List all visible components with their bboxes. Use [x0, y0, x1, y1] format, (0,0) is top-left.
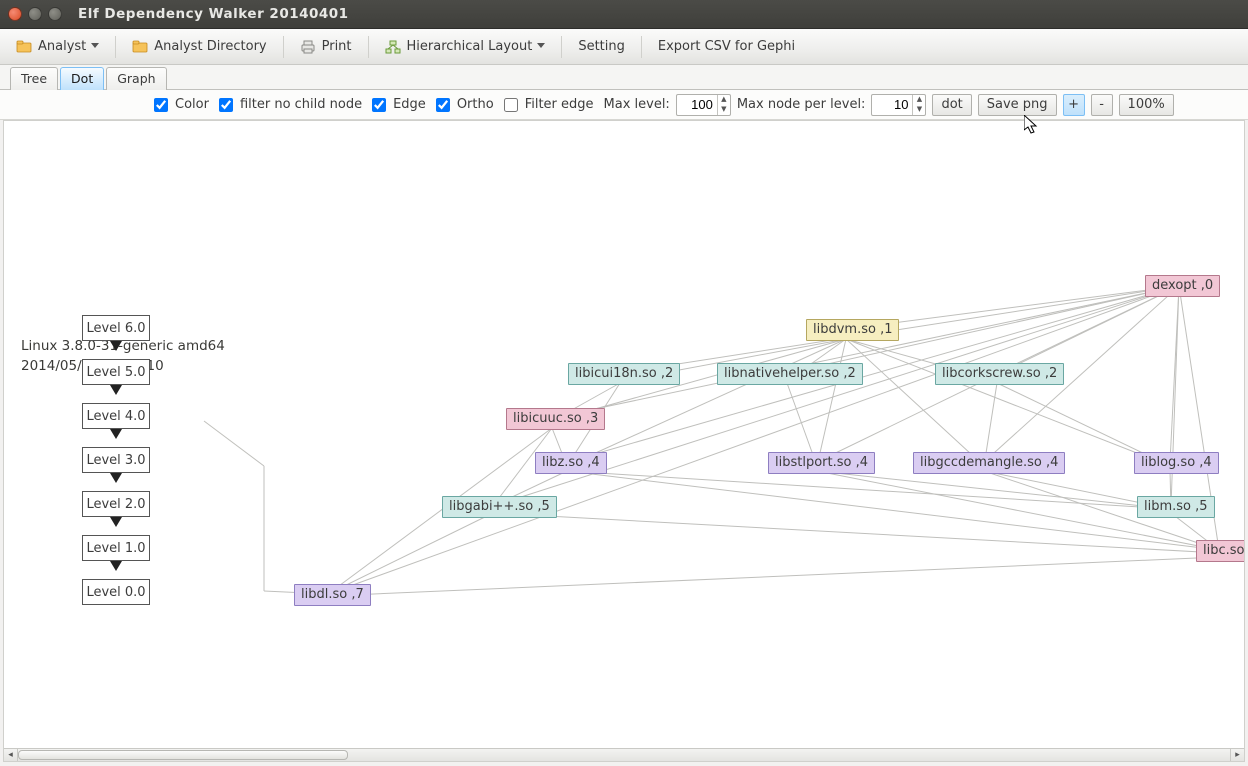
print-button[interactable]: Print	[292, 35, 360, 59]
tab-tree-label: Tree	[21, 71, 47, 86]
node-libdvm[interactable]: libdvm.so ,1	[806, 319, 899, 341]
zoom-percent-display[interactable]: 100%	[1119, 94, 1174, 116]
scroll-thumb[interactable]	[18, 750, 348, 760]
export-csv-label: Export CSV for Gephi	[658, 39, 795, 54]
ortho-label: Ortho	[457, 97, 494, 112]
setting-button[interactable]: Setting	[570, 35, 633, 58]
max-level-label: Max level:	[604, 97, 670, 112]
max-node-up[interactable]: ▲	[913, 95, 925, 105]
node-libnativehelper[interactable]: libnativehelper.so ,2	[717, 363, 863, 385]
tab-dot-label: Dot	[71, 71, 93, 86]
analyst-label: Analyst	[38, 39, 86, 54]
tab-graph-label: Graph	[117, 71, 155, 86]
filter-no-child-input[interactable]	[219, 98, 233, 112]
filter-edge-label: Filter edge	[525, 97, 594, 112]
edge-checkbox[interactable]: Edge	[368, 95, 426, 115]
max-node-input[interactable]	[872, 95, 912, 115]
max-level-spinner[interactable]: ▲▼	[676, 94, 731, 116]
zoom-in-button[interactable]: +	[1063, 94, 1085, 116]
tab-graph[interactable]: Graph	[106, 67, 166, 90]
node-liblog[interactable]: liblog.so ,4	[1134, 452, 1219, 474]
node-libc[interactable]: libc.so	[1196, 540, 1245, 562]
max-level-up[interactable]: ▲	[718, 95, 730, 105]
node-libcorkscrew[interactable]: libcorkscrew.so ,2	[935, 363, 1064, 385]
level-arrows-icon	[110, 341, 122, 609]
level-legend: Level 6.0 Level 5.0 Level 4.0 Level 3.0 …	[82, 315, 150, 623]
level-6-box: Level 6.0	[82, 315, 150, 341]
plus-icon: +	[1068, 97, 1079, 112]
scroll-track[interactable]	[18, 749, 1230, 761]
setting-label: Setting	[578, 39, 625, 54]
node-libdl[interactable]: libdl.so ,7	[294, 584, 371, 606]
scroll-left-arrow[interactable]: ◂	[4, 749, 18, 761]
node-dexopt[interactable]: dexopt ,0	[1145, 275, 1220, 297]
ortho-checkbox-input[interactable]	[436, 98, 450, 112]
zoom-out-button[interactable]: -	[1091, 94, 1113, 116]
scroll-right-arrow[interactable]: ▸	[1230, 749, 1244, 761]
layout-icon	[385, 39, 401, 55]
layout-label: Hierarchical Layout	[407, 39, 533, 54]
window-title: Elf Dependency Walker 20140401	[78, 6, 349, 22]
node-libstlport[interactable]: libstlport.so ,4	[768, 452, 875, 474]
analyst-icon	[16, 39, 32, 55]
filter-no-child-checkbox[interactable]: filter no child node	[215, 95, 362, 115]
tab-dot[interactable]: Dot	[60, 67, 104, 90]
hierarchical-layout-dropdown[interactable]: Hierarchical Layout	[377, 35, 554, 59]
export-csv-button[interactable]: Export CSV for Gephi	[650, 35, 803, 58]
color-checkbox-input[interactable]	[154, 98, 168, 112]
analyst-directory-button[interactable]: Analyst Directory	[124, 35, 274, 59]
max-node-label: Max node per level:	[737, 97, 866, 112]
edge-checkbox-input[interactable]	[372, 98, 386, 112]
color-label: Color	[175, 97, 209, 112]
node-libgabi[interactable]: libgabi++.so ,5	[442, 496, 557, 518]
node-libz[interactable]: libz.so ,4	[535, 452, 607, 474]
horizontal-scrollbar[interactable]: ◂ ▸	[4, 748, 1244, 761]
ortho-checkbox[interactable]: Ortho	[432, 95, 494, 115]
node-libgccdemangle[interactable]: libgccdemangle.so ,4	[913, 452, 1065, 474]
node-libm[interactable]: libm.so ,5	[1137, 496, 1215, 518]
graph-canvas[interactable]: Linux 3.8.0-31-generic amd64 2014/05/13 …	[4, 121, 1245, 761]
zoom-percent-label: 100%	[1128, 97, 1165, 112]
color-checkbox[interactable]: Color	[150, 95, 209, 115]
max-level-down[interactable]: ▼	[718, 105, 730, 115]
folder-icon	[132, 39, 148, 55]
filter-edge-input[interactable]	[504, 98, 518, 112]
print-label: Print	[322, 39, 352, 54]
max-node-spinner[interactable]: ▲▼	[871, 94, 926, 116]
analyst-directory-label: Analyst Directory	[154, 39, 266, 54]
node-libicuuc[interactable]: libicuuc.so ,3	[506, 408, 605, 430]
save-png-label: Save png	[987, 97, 1048, 112]
analyst-dropdown[interactable]: Analyst	[8, 35, 107, 59]
filter-edge-checkbox[interactable]: Filter edge	[500, 95, 594, 115]
window-maximize-button[interactable]	[48, 7, 62, 21]
max-node-down[interactable]: ▼	[913, 105, 925, 115]
node-libicui18n[interactable]: libicui18n.so ,2	[568, 363, 680, 385]
printer-icon	[300, 39, 316, 55]
edge-label: Edge	[393, 97, 426, 112]
dot-button-label: dot	[941, 97, 962, 112]
tab-tree[interactable]: Tree	[10, 67, 58, 90]
filter-no-child-label: filter no child node	[240, 97, 362, 112]
minus-icon: -	[1099, 97, 1104, 112]
dot-button[interactable]: dot	[932, 94, 971, 116]
save-png-button[interactable]: Save png	[978, 94, 1057, 116]
graph-edges	[4, 121, 1245, 761]
window-close-button[interactable]	[8, 7, 22, 21]
max-level-input[interactable]	[677, 95, 717, 115]
window-minimize-button[interactable]	[28, 7, 42, 21]
